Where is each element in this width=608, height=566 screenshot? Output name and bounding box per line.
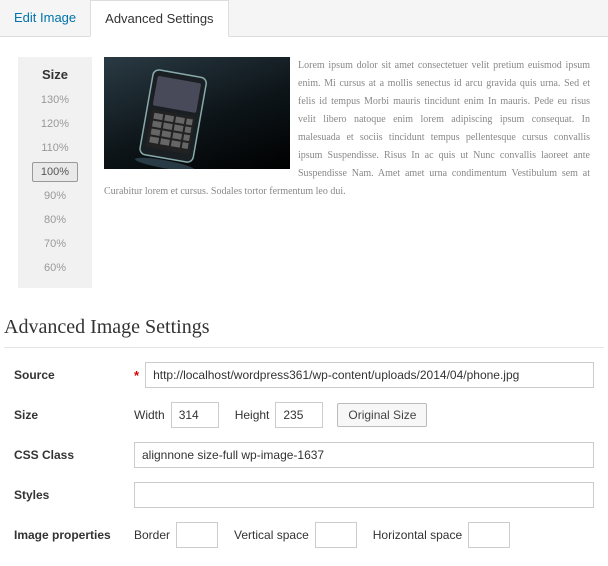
size-option-80[interactable]: 80% bbox=[33, 210, 77, 230]
content-preview: Lorem ipsum dolor sit amet consectetuer … bbox=[104, 57, 590, 265]
label-border: Border bbox=[134, 528, 170, 542]
size-panel: Size 130% 120% 110% 100% 90% 80% 70% 60% bbox=[18, 57, 92, 288]
border-input[interactable] bbox=[176, 522, 218, 548]
label-css-class: CSS Class bbox=[14, 448, 134, 462]
source-input[interactable] bbox=[145, 362, 594, 388]
size-option-100[interactable]: 100% bbox=[32, 162, 78, 182]
image-preview[interactable] bbox=[104, 57, 290, 169]
tabs: Edit Image Advanced Settings bbox=[0, 0, 608, 37]
size-option-90[interactable]: 90% bbox=[33, 186, 77, 206]
size-option-110[interactable]: 110% bbox=[32, 138, 77, 158]
label-vspace: Vertical space bbox=[234, 528, 309, 542]
size-option-60[interactable]: 60% bbox=[33, 258, 77, 278]
section-title: Advanced Image Settings bbox=[0, 298, 608, 347]
original-size-button[interactable]: Original Size bbox=[337, 403, 427, 427]
css-class-input[interactable] bbox=[134, 442, 594, 468]
label-hspace: Horizontal space bbox=[373, 528, 462, 542]
hspace-input[interactable] bbox=[468, 522, 510, 548]
size-option-130[interactable]: 130% bbox=[32, 90, 78, 110]
label-height: Height bbox=[235, 408, 270, 422]
label-width: Width bbox=[134, 408, 165, 422]
vspace-input[interactable] bbox=[315, 522, 357, 548]
label-source: Source bbox=[14, 368, 134, 382]
width-input[interactable] bbox=[171, 402, 219, 428]
size-option-70[interactable]: 70% bbox=[33, 234, 77, 254]
size-option-120[interactable]: 120% bbox=[32, 114, 78, 134]
required-marker: * bbox=[134, 368, 139, 383]
editor-area: Size 130% 120% 110% 100% 90% 80% 70% 60% bbox=[0, 37, 608, 298]
phone-icon bbox=[104, 57, 290, 169]
styles-input[interactable] bbox=[134, 482, 594, 508]
height-input[interactable] bbox=[275, 402, 323, 428]
label-image-properties: Image properties bbox=[14, 528, 134, 542]
size-options: 130% 120% 110% 100% 90% 80% 70% 60% bbox=[22, 90, 88, 278]
size-panel-title: Size bbox=[22, 63, 88, 90]
label-size: Size bbox=[14, 408, 134, 422]
settings-form: Source * Size Width Height Original Size… bbox=[0, 348, 608, 566]
tab-advanced-settings[interactable]: Advanced Settings bbox=[90, 0, 228, 37]
tab-edit-image[interactable]: Edit Image bbox=[0, 0, 90, 36]
